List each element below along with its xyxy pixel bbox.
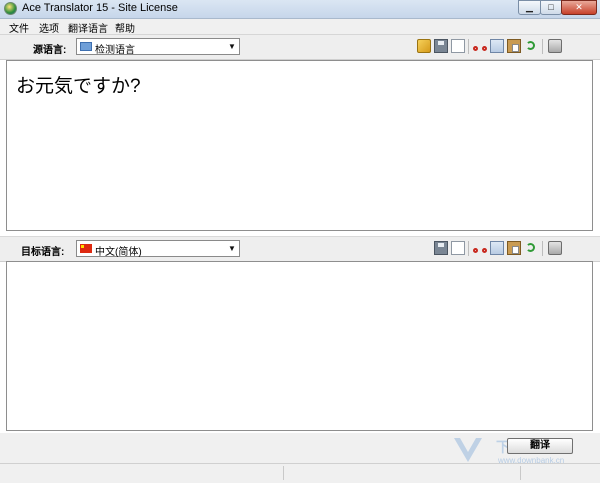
toolbar-separator <box>468 241 469 256</box>
undo-icon[interactable] <box>524 241 538 255</box>
target-text-area[interactable] <box>6 261 593 431</box>
menu-options[interactable]: 选项 <box>39 20 59 35</box>
minimize-button[interactable]: ▁ <box>518 0 541 15</box>
source-language-label: 源语言: <box>33 45 67 56</box>
translate-button[interactable]: 翻译 <box>507 438 573 454</box>
status-separator <box>520 466 521 480</box>
print-icon[interactable] <box>548 39 562 53</box>
target-toolbar: 目标语言: 中文(简体) ▼ <box>0 236 600 262</box>
watermark-logo-icon <box>454 438 482 462</box>
save-icon[interactable] <box>434 39 448 53</box>
print-icon[interactable] <box>548 241 562 255</box>
window-title: Ace Translator 15 - Site License <box>22 2 178 14</box>
save-icon[interactable] <box>434 241 448 255</box>
close-button[interactable]: ✕ <box>561 0 597 15</box>
chevron-down-icon[interactable]: ▼ <box>225 241 239 256</box>
toolbar-separator <box>542 241 543 256</box>
copy-icon[interactable] <box>490 39 504 53</box>
detect-language-icon <box>80 42 92 51</box>
copy-icon[interactable] <box>490 241 504 255</box>
china-flag-icon <box>80 244 92 253</box>
new-document-icon[interactable] <box>451 241 465 255</box>
paste-icon[interactable] <box>507 39 521 53</box>
menu-translate-language[interactable]: 翻译语言 <box>68 20 108 35</box>
source-language-value: 检测语言 <box>95 45 135 56</box>
source-text-area[interactable]: お元気ですか? <box>6 60 593 231</box>
new-document-icon[interactable] <box>451 39 465 53</box>
maximize-button[interactable]: □ <box>540 0 562 15</box>
status-bar <box>0 463 600 483</box>
target-language-label: 目标语言: <box>21 247 65 258</box>
paste-icon[interactable] <box>507 241 521 255</box>
toolbar-separator <box>468 39 469 54</box>
source-toolbar: 源语言: 检测语言 ▼ <box>0 35 600 60</box>
status-separator <box>283 466 284 480</box>
app-globe-icon <box>4 2 17 15</box>
menu-file[interactable]: 文件 <box>9 20 29 35</box>
cut-icon[interactable] <box>473 39 487 53</box>
menu-help[interactable]: 帮助 <box>115 20 135 35</box>
menu-bar: 文件 选项 翻译语言 帮助 <box>0 19 600 35</box>
cut-icon[interactable] <box>473 241 487 255</box>
target-language-value: 中文(简体) <box>95 247 142 258</box>
open-file-icon[interactable] <box>417 39 431 53</box>
target-language-select[interactable]: 中文(简体) ▼ <box>76 240 240 258</box>
source-language-select[interactable]: 检测语言 ▼ <box>76 38 240 56</box>
chevron-down-icon[interactable]: ▼ <box>225 39 239 54</box>
title-bar: Ace Translator 15 - Site License ▁ □ ✕ <box>0 0 600 19</box>
toolbar-separator <box>542 39 543 54</box>
source-text: お元気ですか? <box>16 76 141 97</box>
undo-icon[interactable] <box>524 39 538 53</box>
